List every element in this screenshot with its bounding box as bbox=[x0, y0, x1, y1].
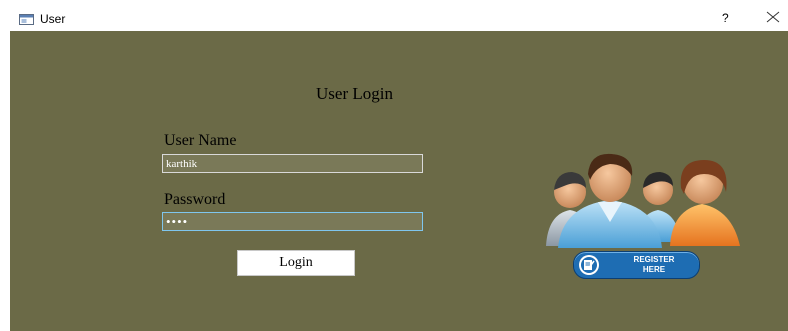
username-field[interactable] bbox=[162, 154, 423, 173]
register-label-line1: REGISTER bbox=[633, 255, 675, 264]
window-icon bbox=[19, 14, 34, 25]
title-bar: User ? bbox=[0, 0, 788, 31]
register-label: REGISTER HERE bbox=[612, 255, 696, 275]
help-button[interactable]: ? bbox=[722, 11, 729, 25]
close-icon[interactable] bbox=[766, 10, 780, 24]
window-title: User bbox=[40, 12, 66, 26]
register-label-line2: HERE bbox=[642, 265, 666, 274]
page-title: User Login bbox=[316, 84, 393, 103]
users-group-icon bbox=[546, 153, 740, 248]
login-button[interactable]: Login bbox=[237, 250, 355, 276]
password-label: Password bbox=[164, 191, 226, 208]
username-label: User Name bbox=[164, 132, 237, 149]
edit-icon bbox=[579, 255, 599, 275]
register-button[interactable]: REGISTER HERE bbox=[573, 251, 700, 279]
password-field[interactable] bbox=[162, 212, 423, 231]
